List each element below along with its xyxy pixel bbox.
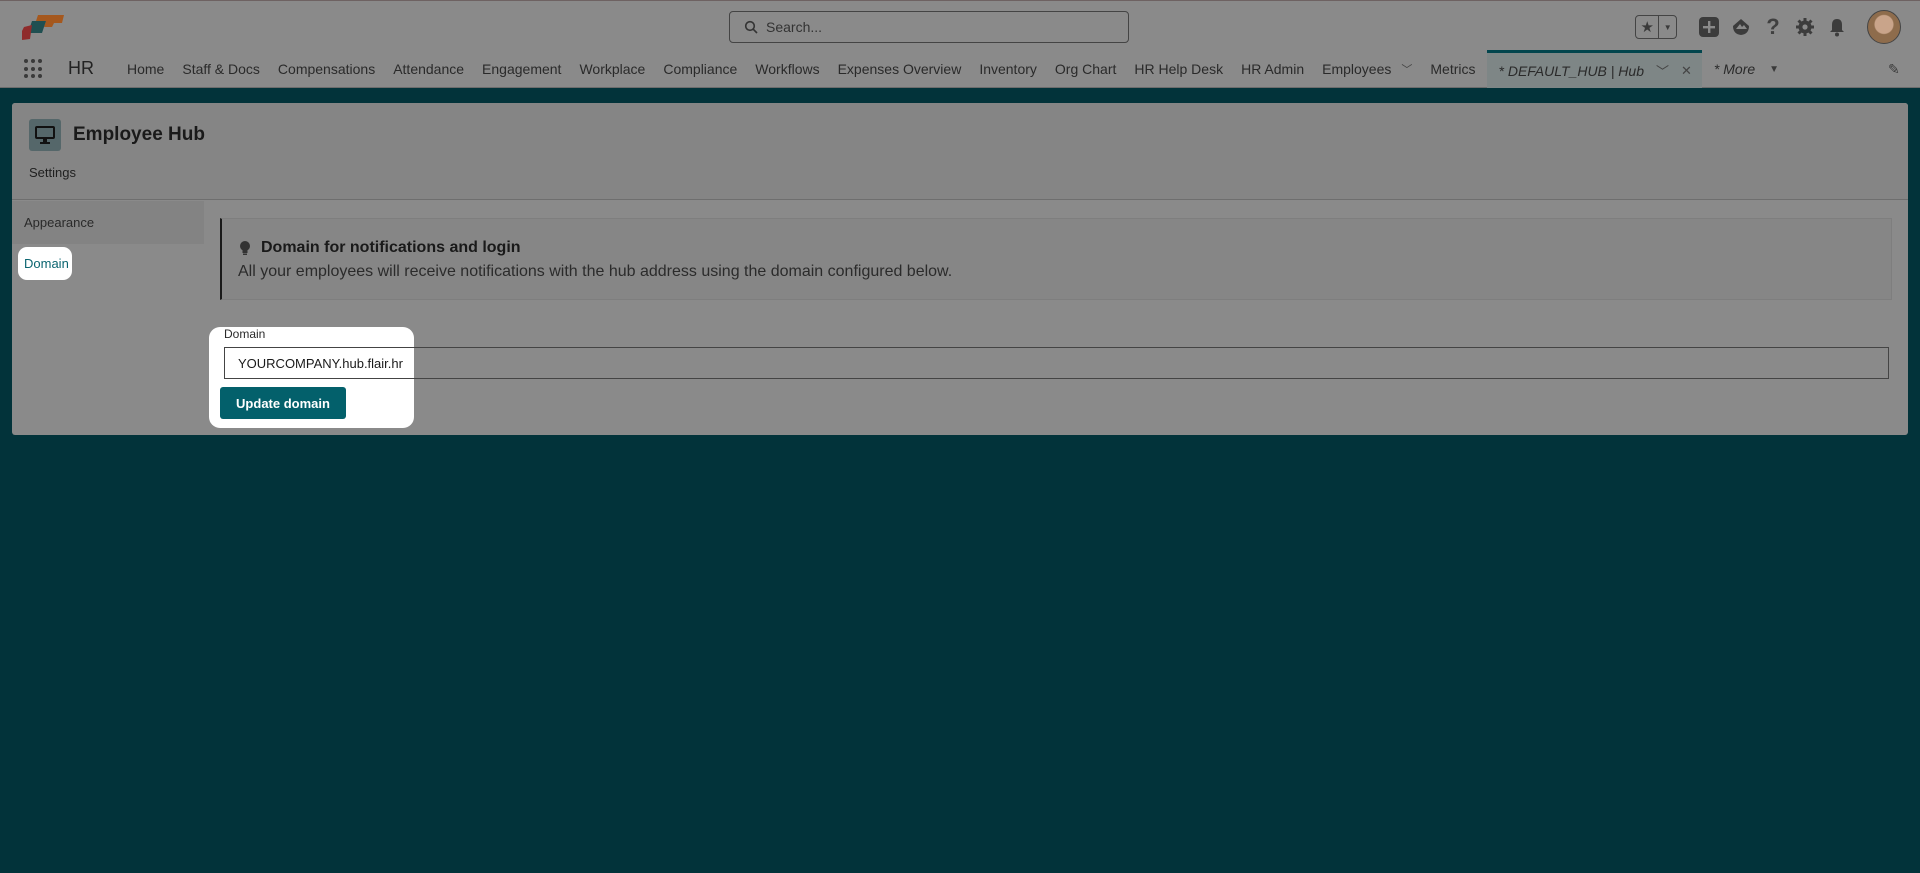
- global-search[interactable]: [729, 11, 1129, 43]
- sidebar-item-label: Appearance: [24, 215, 95, 230]
- header-utilities: ★ ▼ ?: [1635, 7, 1920, 47]
- nav-item-workplace[interactable]: Workplace: [570, 50, 654, 88]
- nav-item-label: Employees: [1322, 61, 1392, 77]
- desktop-icon: [29, 119, 61, 151]
- more-label: * More: [1713, 61, 1756, 77]
- close-tab-icon[interactable]: ✕: [1681, 63, 1692, 79]
- sidebar-item-domain[interactable]: Domain: [18, 247, 72, 280]
- favorites-dropdown-icon[interactable]: ▼: [1659, 16, 1676, 38]
- nav-item-attendance[interactable]: Attendance: [384, 50, 473, 88]
- more-tabs-menu[interactable]: * More ▼: [1702, 50, 1788, 88]
- nav-item-hr-help-desk[interactable]: HR Help Desk: [1125, 50, 1232, 88]
- nav-item-expenses-overview[interactable]: Expenses Overview: [829, 50, 971, 88]
- nav-item-label: Engagement: [482, 61, 562, 77]
- info-callout: Domain for notifications and login All y…: [220, 218, 1892, 300]
- flair-logo[interactable]: [20, 13, 66, 41]
- nav-item-label: Compliance: [663, 61, 738, 77]
- info-title-text: Domain for notifications and login: [261, 239, 521, 256]
- search-icon: [744, 20, 758, 34]
- trailhead-icon[interactable]: [1730, 16, 1752, 38]
- info-body: All your employees will receive notifica…: [238, 263, 953, 280]
- nav-item-label: Attendance: [393, 61, 465, 77]
- nav-items: Home Staff & Docs Compensations Attendan…: [118, 50, 1788, 88]
- page-subtitle: Settings: [29, 165, 76, 180]
- nav-item-label: Inventory: [979, 61, 1037, 77]
- app-navigation: HR Home Staff & Docs Compensations Atten…: [0, 50, 1920, 88]
- nav-item-label: Expenses Overview: [837, 61, 962, 77]
- domain-label: Domain: [224, 327, 266, 341]
- nav-item-label: Compensations: [277, 61, 376, 77]
- nav-item-label: Staff & Docs: [182, 61, 260, 77]
- page-title: Employee Hub: [73, 124, 205, 145]
- settings-sidebar: Appearance Domain: [12, 201, 204, 280]
- nav-item-compensations[interactable]: Compensations: [269, 50, 384, 88]
- sidebar-item-appearance[interactable]: Appearance: [12, 201, 204, 244]
- page-header: Employee Hub Settings: [12, 103, 1908, 200]
- nav-item-org-chart[interactable]: Org Chart: [1046, 50, 1125, 88]
- nav-item-label: Org Chart: [1054, 61, 1117, 77]
- nav-item-inventory[interactable]: Inventory: [970, 50, 1046, 88]
- nav-item-label: Workplace: [579, 61, 646, 77]
- nav-item-engagement[interactable]: Engagement: [473, 50, 570, 88]
- edit-nav-pencil-icon[interactable]: ✎: [1888, 61, 1904, 77]
- notifications-bell-icon[interactable]: [1826, 16, 1848, 38]
- nav-item-label: HR Admin: [1241, 61, 1305, 77]
- sidebar-item-label: Domain: [24, 256, 69, 271]
- nav-item-metrics[interactable]: Metrics: [1421, 50, 1484, 88]
- global-header: ★ ▼ ?: [0, 0, 1920, 50]
- setup-gear-icon[interactable]: [1794, 16, 1816, 38]
- info-title: Domain for notifications and login: [239, 239, 521, 257]
- tab-default-hub[interactable]: * DEFAULT_HUB | Hub ﹀ ✕: [1486, 50, 1702, 88]
- favorites-control: ★ ▼: [1635, 15, 1677, 39]
- nav-item-home[interactable]: Home: [118, 50, 173, 88]
- global-add-icon[interactable]: [1698, 16, 1720, 38]
- update-domain-button[interactable]: Update domain: [220, 387, 346, 419]
- tab-label: * DEFAULT_HUB | Hub: [1498, 62, 1645, 79]
- user-avatar[interactable]: [1867, 10, 1901, 44]
- nav-item-staff-docs[interactable]: Staff & Docs: [173, 50, 269, 88]
- nav-item-workflows[interactable]: Workflows: [746, 50, 828, 88]
- chevron-down-icon[interactable]: ﹀: [1401, 61, 1412, 77]
- nav-item-label: Metrics: [1430, 61, 1476, 77]
- dropdown-triangle-icon: ▼: [1769, 63, 1780, 75]
- help-icon[interactable]: ?: [1762, 14, 1784, 39]
- app-name: HR: [68, 58, 94, 78]
- favorites-star-icon[interactable]: ★: [1636, 16, 1660, 38]
- domain-input[interactable]: [224, 347, 1889, 379]
- nav-item-hr-admin[interactable]: HR Admin: [1232, 50, 1313, 88]
- chevron-down-icon[interactable]: ﹀: [1656, 61, 1669, 80]
- nav-item-employees[interactable]: Employees ﹀: [1313, 50, 1421, 88]
- nav-item-compliance[interactable]: Compliance: [654, 50, 746, 88]
- nav-item-label: Home: [127, 61, 165, 77]
- nav-item-label: HR Help Desk: [1134, 61, 1224, 77]
- employee-hub-card: Employee Hub Settings Appearance Domain …: [12, 103, 1908, 435]
- app-launcher-icon[interactable]: [24, 59, 44, 79]
- nav-item-label: Workflows: [755, 61, 820, 77]
- lightbulb-icon: [240, 241, 250, 255]
- search-input[interactable]: [766, 19, 1106, 35]
